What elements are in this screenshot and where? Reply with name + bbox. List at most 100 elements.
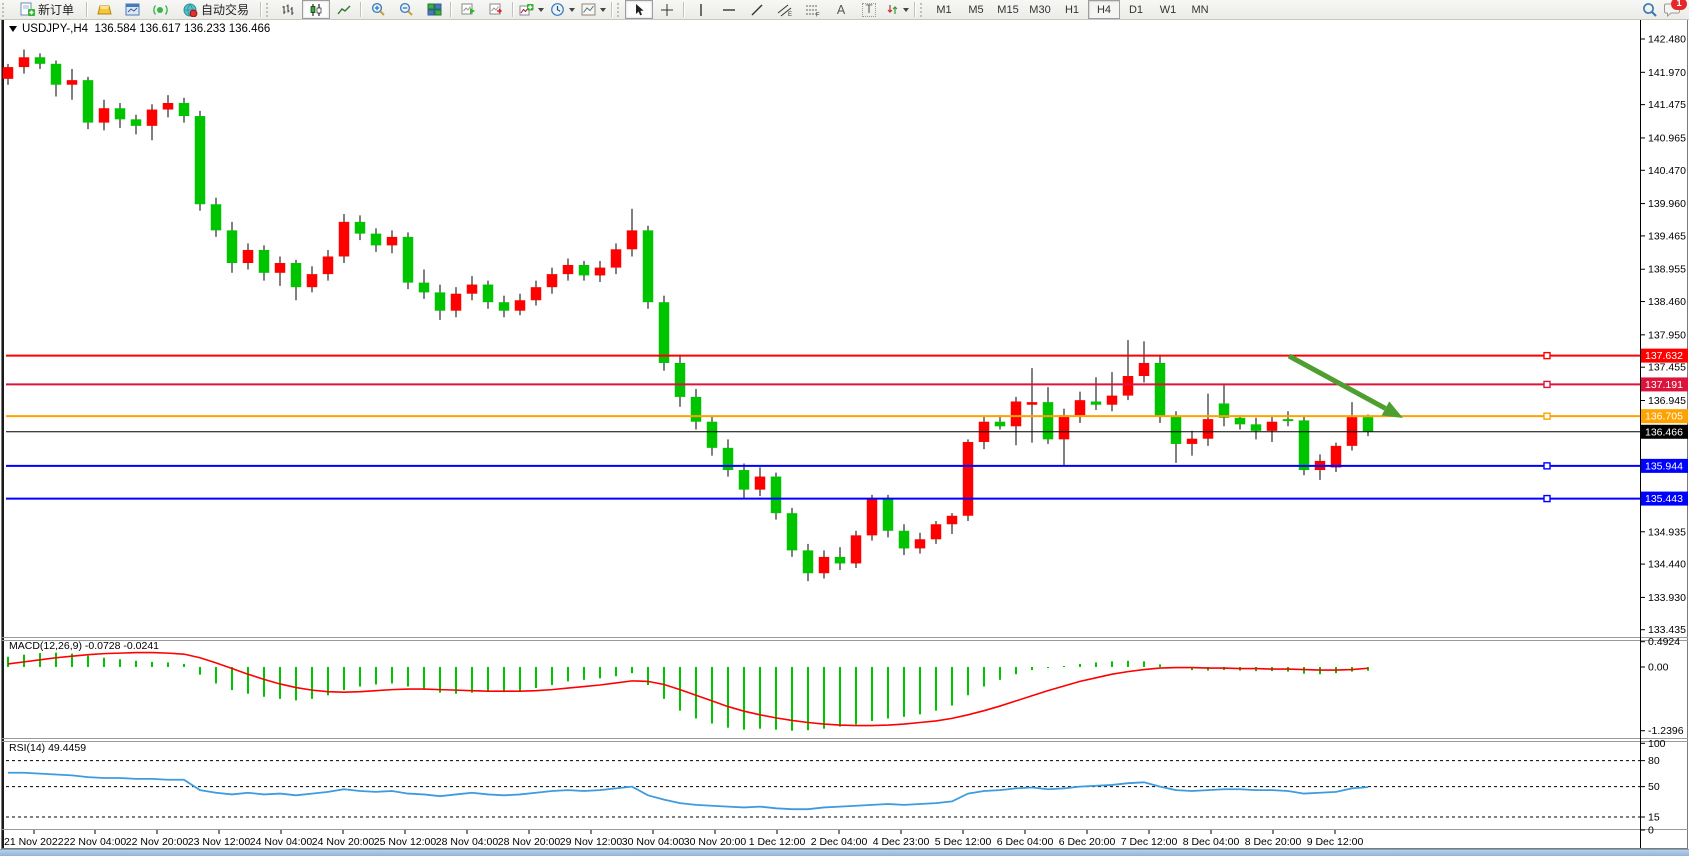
price-tick-label: 140.470	[1648, 165, 1686, 177]
text-tool-button[interactable]: A	[827, 0, 855, 19]
timeframe-m30-button[interactable]: M30	[1024, 0, 1056, 19]
equidistant-channel-tool-button[interactable]: E	[771, 0, 799, 19]
timeframe-m5-button[interactable]: M5	[960, 0, 992, 19]
candle-body	[1107, 396, 1118, 405]
templates-button[interactable]	[578, 0, 609, 19]
rsi-tick-label: 100	[1648, 738, 1666, 750]
time-tick-label: 7 Dec 12:00	[1121, 836, 1178, 848]
timeframe-h4-button[interactable]: H4	[1088, 0, 1120, 19]
rsi-tick-label: 0	[1648, 825, 1654, 837]
price-level-handle[interactable]	[1544, 353, 1550, 359]
time-tick-label: 8 Dec 04:00	[1183, 836, 1240, 848]
auto-scroll-button[interactable]	[454, 0, 482, 19]
toolbar-drag-handle[interactable]	[2, 3, 8, 17]
arrows-tool-button[interactable]	[883, 0, 912, 19]
dropdown-caret	[569, 8, 575, 12]
rsi-indicator-label: RSI(14) 49.4459	[9, 742, 86, 754]
toolbar-drag-handle[interactable]	[266, 3, 272, 17]
autotrading-button[interactable]: 自动交易	[174, 0, 258, 19]
horizontal-line-tool-button[interactable]	[715, 0, 743, 19]
market-watch-button[interactable]	[90, 0, 118, 19]
price-level-label: 137.632	[1645, 350, 1683, 362]
chart-title: USDJPY-,H4 136.584 136.617 136.233 136.4…	[9, 23, 270, 35]
notifications-button[interactable]: 1	[1664, 2, 1681, 17]
candle-body	[387, 237, 398, 245]
candle-body	[275, 263, 286, 273]
price-level-handle[interactable]	[1544, 496, 1550, 502]
tile-windows-button[interactable]	[420, 0, 448, 19]
candle-body	[1123, 376, 1134, 396]
rsi-tick-label: 15	[1648, 811, 1660, 823]
candle-body	[435, 292, 446, 310]
timeframe-m1-button[interactable]: M1	[928, 0, 960, 19]
price-level-handle[interactable]	[1544, 463, 1550, 469]
timeframe-mn-button[interactable]: MN	[1184, 0, 1216, 19]
zoom-in-button[interactable]	[364, 0, 392, 19]
price-level-handle[interactable]	[1544, 413, 1550, 419]
new-order-label: 新订单	[38, 1, 74, 18]
candle-body	[787, 513, 798, 550]
candle-body	[1171, 416, 1182, 443]
price-tick-label: 139.465	[1648, 230, 1686, 242]
crosshair-tool-button[interactable]	[653, 0, 681, 19]
candle-body	[1331, 446, 1342, 468]
candle-body	[835, 557, 846, 564]
new-order-icon	[20, 2, 35, 17]
rsi-tick-label: 50	[1648, 781, 1660, 793]
fibonacci-tool-button[interactable]: F	[799, 0, 827, 19]
candle-body	[1027, 402, 1038, 405]
candle-body	[211, 204, 222, 230]
chart-canvas[interactable]: 142.480141.970141.475140.965140.470139.9…	[0, 0, 1689, 855]
timeframe-group: M1M5M15M30H1H4D1W1MN	[928, 0, 1216, 19]
timeframe-w1-button[interactable]: W1	[1152, 0, 1184, 19]
chart-window-frame	[2, 20, 1688, 849]
chart-menu-icon[interactable]	[9, 26, 17, 32]
chart-shift-button[interactable]	[482, 0, 510, 19]
timeframe-m15-button[interactable]: M15	[992, 0, 1024, 19]
cursor-tool-button[interactable]	[625, 0, 653, 19]
candle-body	[419, 283, 430, 293]
text-label-tool-button[interactable]: T	[855, 0, 883, 19]
new-order-button[interactable]: 新订单	[10, 0, 84, 19]
candle-body	[1091, 401, 1102, 404]
candle-body	[1011, 401, 1022, 426]
rsi-tick-label: 80	[1648, 755, 1660, 767]
candlestick-mode-button[interactable]	[302, 0, 330, 19]
toolbar-separator	[360, 2, 362, 17]
trendline-tool-button[interactable]	[743, 0, 771, 19]
bar-chart-mode-button[interactable]	[274, 0, 302, 19]
timeframe-h1-button[interactable]: H1	[1056, 0, 1088, 19]
candle-body	[83, 80, 94, 122]
toolbar-drag-handle[interactable]	[617, 3, 623, 17]
candle-body	[227, 230, 238, 263]
indicators-button[interactable]	[516, 0, 547, 19]
timeframe-d1-button[interactable]: D1	[1120, 0, 1152, 19]
search-icon[interactable]	[1642, 2, 1658, 18]
main-toolbar: 新订单 自动交易	[0, 0, 1689, 20]
zoom-out-button[interactable]	[392, 0, 420, 19]
price-tick-label: 136.945	[1648, 395, 1686, 407]
macd-indicator-label: MACD(12,26,9) -0.0728 -0.0241	[9, 640, 159, 652]
template-icon	[581, 3, 596, 16]
time-tick-label: 23 Nov 12:00	[188, 836, 251, 848]
candle-body	[515, 300, 526, 310]
candle-body	[355, 222, 366, 234]
signals-button[interactable]	[146, 0, 174, 19]
price-tick-label: 134.935	[1648, 526, 1686, 538]
vertical-line-tool-button[interactable]	[687, 0, 715, 19]
candle-body	[371, 234, 382, 246]
candle-body	[931, 524, 942, 539]
chart-window-button[interactable]	[118, 0, 146, 19]
candle-body	[1203, 419, 1214, 439]
label-tool-label: T	[862, 3, 875, 17]
price-level-label: 135.944	[1645, 460, 1683, 472]
price-level-label: 137.191	[1645, 379, 1683, 391]
candle-body	[1155, 363, 1166, 417]
candle-body	[291, 263, 302, 287]
candle-body	[483, 285, 494, 303]
line-chart-mode-button[interactable]	[330, 0, 358, 19]
price-tick-label: 137.950	[1648, 329, 1686, 341]
price-level-handle[interactable]	[1544, 381, 1550, 387]
periods-button[interactable]	[547, 0, 578, 19]
toolbar-drag-handle[interactable]	[920, 3, 926, 17]
